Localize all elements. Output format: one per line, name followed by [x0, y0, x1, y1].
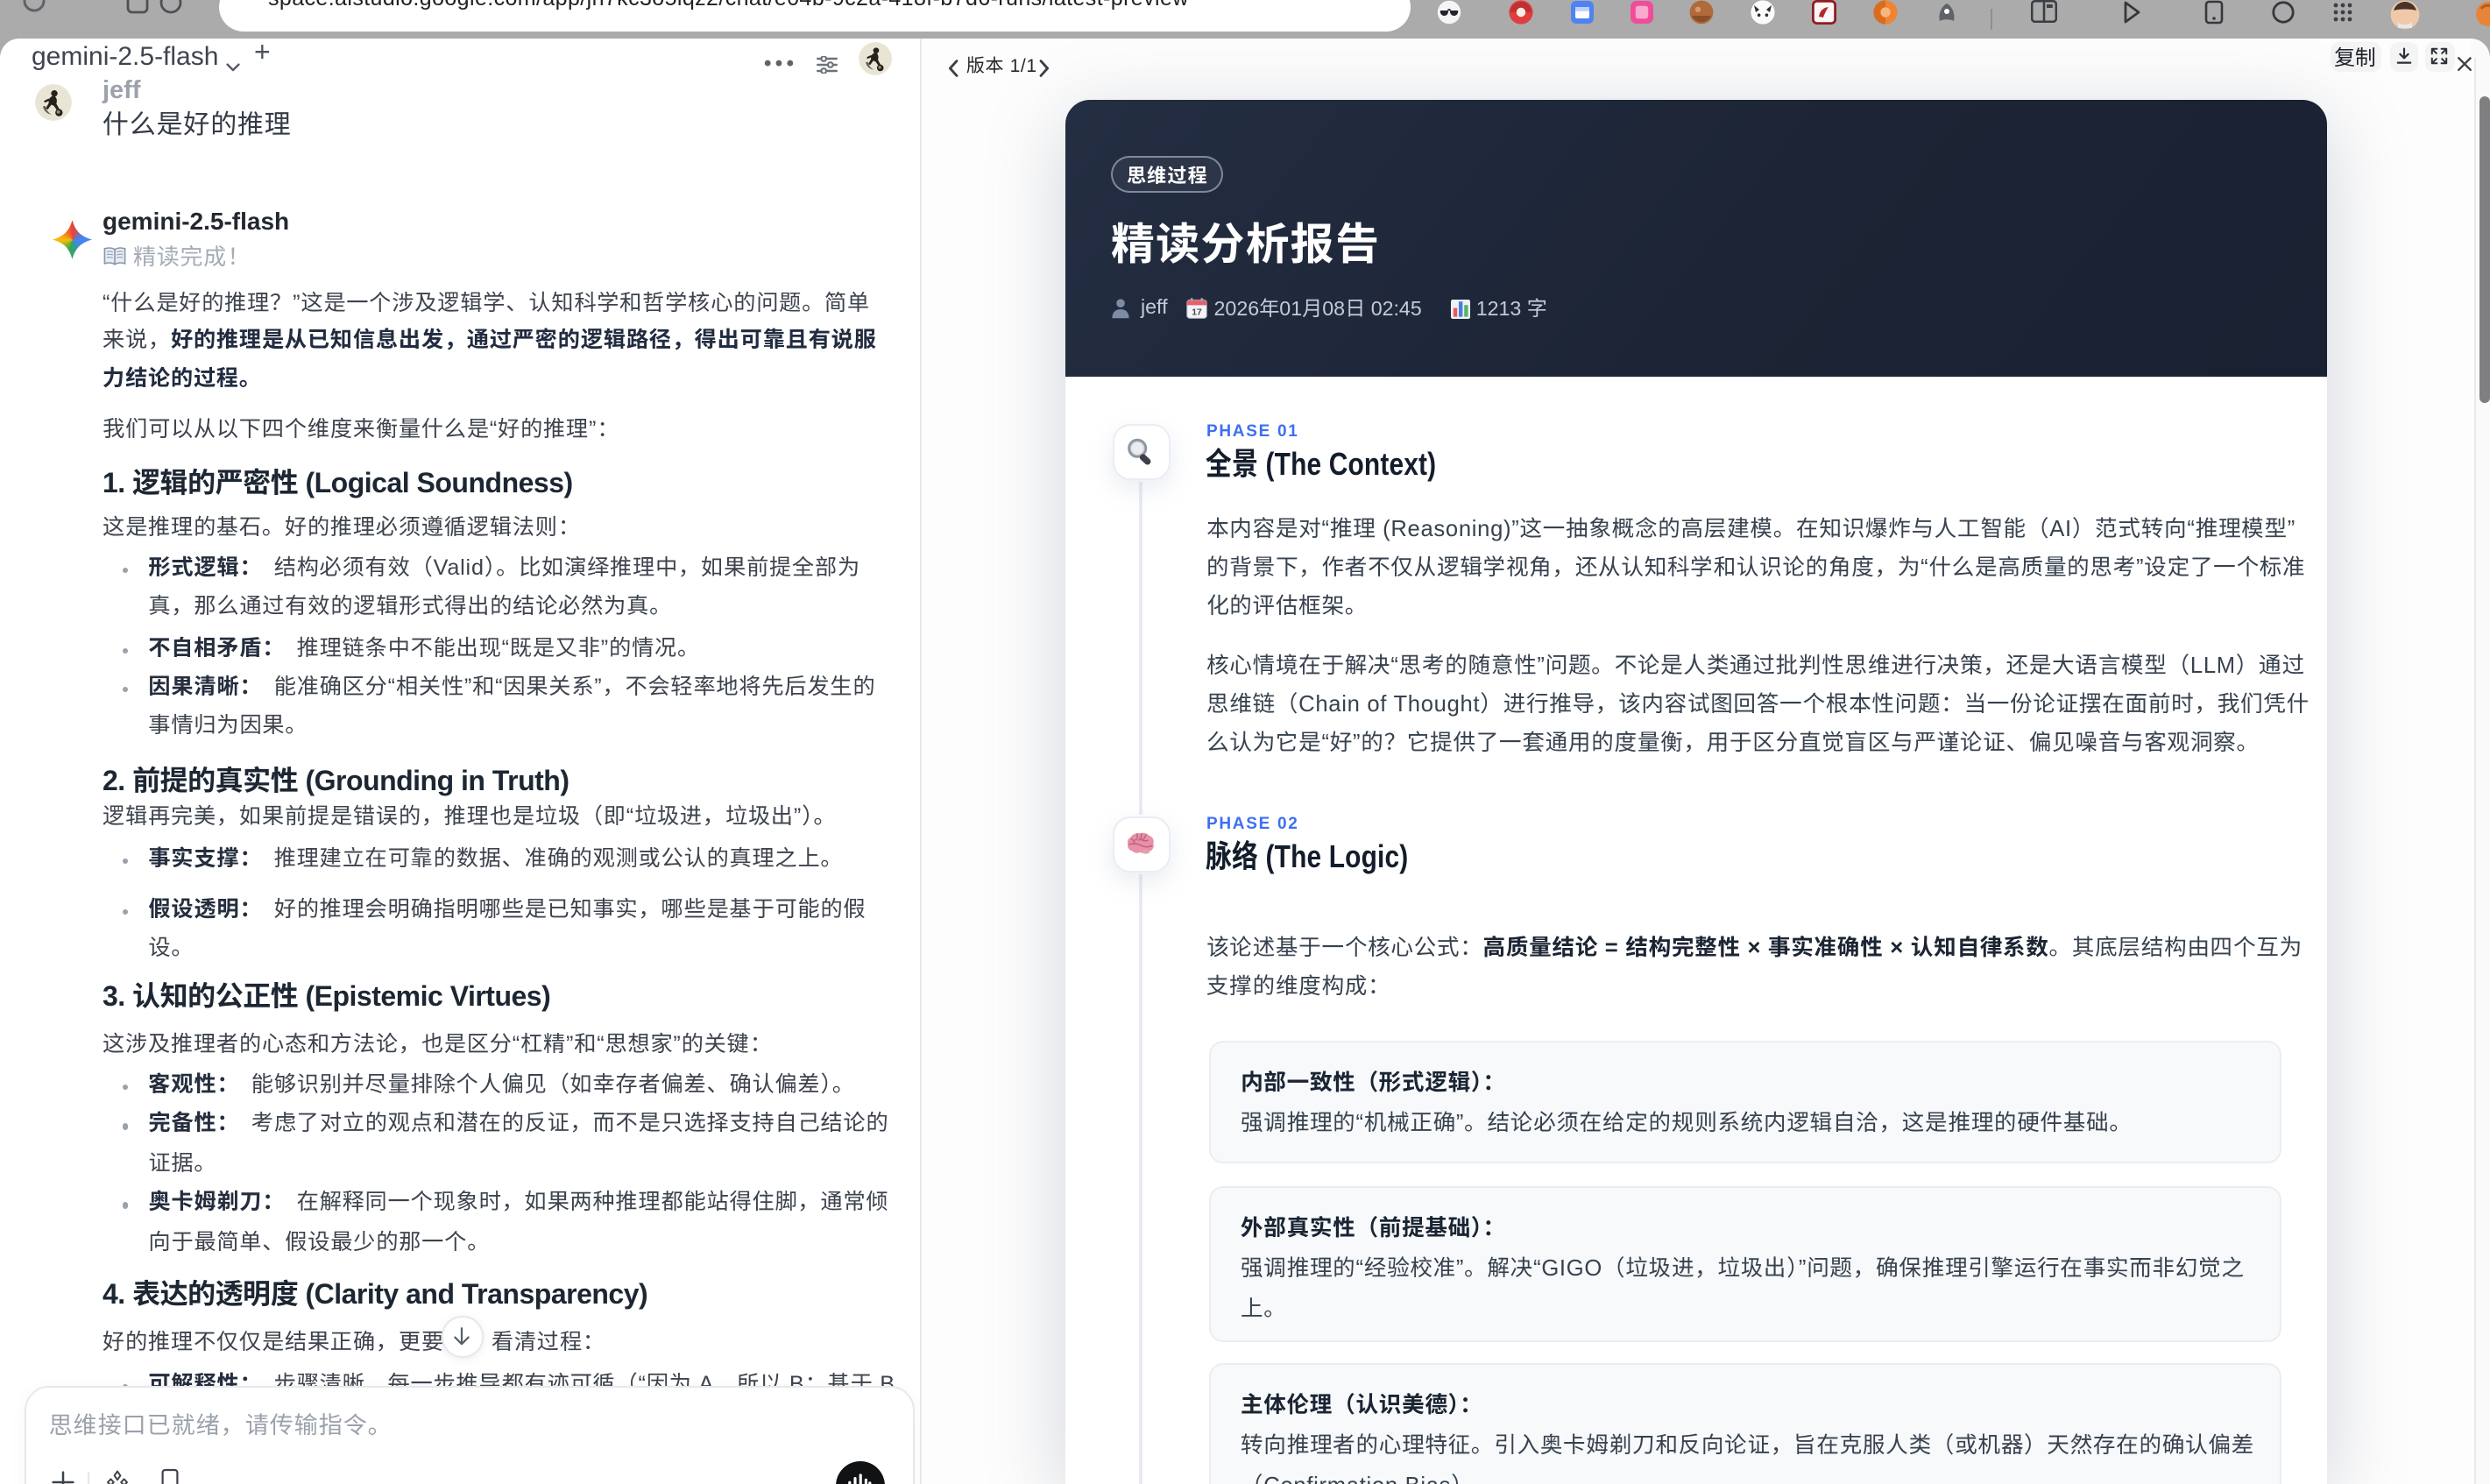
svg-text:17: 17: [1192, 307, 1202, 317]
